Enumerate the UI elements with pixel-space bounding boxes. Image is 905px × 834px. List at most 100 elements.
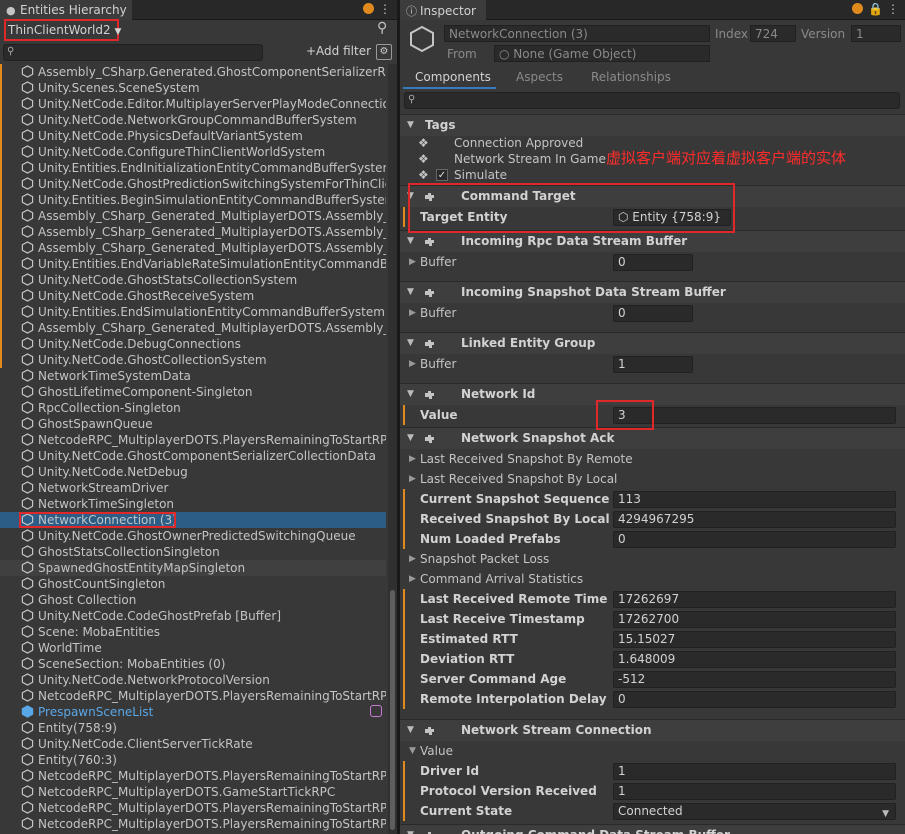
- hierarchy-item[interactable]: NetworkTimeSystemData: [0, 368, 386, 384]
- property-value-field[interactable]: 0: [613, 691, 896, 708]
- hierarchy-item[interactable]: Entity(758:9): [0, 720, 386, 736]
- hierarchy-item[interactable]: NetcodeRPC_MultiplayerDOTS.PlayersRemain…: [0, 688, 386, 704]
- filter-settings-icon[interactable]: ⚙: [376, 44, 392, 60]
- property-value-field[interactable]: 0: [613, 305, 693, 322]
- status-dot-icon[interactable]: [852, 3, 864, 14]
- hierarchy-item[interactable]: Assembly_CSharp_Generated_MultiplayerDOT…: [0, 320, 386, 336]
- tags-header[interactable]: ▼ Tags: [400, 114, 905, 136]
- hierarchy-item[interactable]: RpcCollection-Singleton: [0, 400, 386, 416]
- property-value-field[interactable]: 113: [613, 491, 896, 508]
- hierarchy-item[interactable]: Unity.NetCode.CodeGhostPrefab [Buffer]: [0, 608, 386, 624]
- property-value-field[interactable]: -512: [613, 671, 896, 688]
- tab-aspects[interactable]: Aspects: [516, 70, 563, 84]
- hierarchy-item[interactable]: PrespawnSceneList: [0, 704, 386, 720]
- hierarchy-item[interactable]: NetcodeRPC_MultiplayerDOTS.GameStartTick…: [0, 784, 386, 800]
- hierarchy-item[interactable]: GhostSpawnQueue: [0, 416, 386, 432]
- linked-entity-group-header[interactable]: ▼ Linked Entity Group: [400, 332, 905, 354]
- hierarchy-item[interactable]: Unity.NetCode.GhostCollectionSystem: [0, 352, 386, 368]
- hierarchy-item[interactable]: NetcodeRPC_MultiplayerDOTS.PlayersRemain…: [0, 800, 386, 816]
- hierarchy-item[interactable]: Assembly_CSharp.Generated.GhostComponent…: [0, 64, 386, 80]
- hierarchy-item[interactable]: GhostLifetimeComponent-Singleton: [0, 384, 386, 400]
- property-value-field[interactable]: 15.15027: [613, 631, 896, 648]
- network-stream-connection-header[interactable]: ▼ Network Stream Connection: [400, 719, 905, 741]
- hierarchy-item[interactable]: Unity.Entities.EndVariableRateSimulation…: [0, 256, 386, 272]
- tab-entities-hierarchy[interactable]: ● Entities Hierarchy: [0, 0, 132, 20]
- hierarchy-item[interactable]: Scene: MobaEntities: [0, 624, 386, 640]
- world-selector[interactable]: ThinClientWorld2 ▼: [4, 19, 121, 41]
- hierarchy-scroll-thumb[interactable]: [390, 590, 395, 830]
- hierarchy-item[interactable]: Unity.NetCode.ClientServerTickRate: [0, 736, 386, 752]
- property-value-field[interactable]: 1.648009: [613, 651, 896, 668]
- hierarchy-item[interactable]: NetcodeRPC_MultiplayerDOTS.PlayersRemain…: [0, 816, 386, 832]
- prefab-open-icon[interactable]: [370, 705, 382, 717]
- hierarchy-item[interactable]: NetworkTimeSingleton: [0, 496, 386, 512]
- property-value-field[interactable]: 17262697: [613, 591, 896, 608]
- incoming-snapshot-buffer-header[interactable]: ▼ Incoming Snapshot Data Stream Buffer: [400, 281, 905, 303]
- hierarchy-item[interactable]: Unity.NetCode.NetworkGroupCommandBufferS…: [0, 112, 386, 128]
- hierarchy-item[interactable]: Unity.NetCode.GhostOwnerPredictedSwitchi…: [0, 528, 386, 544]
- lock-icon[interactable]: 🔒: [868, 2, 883, 16]
- hierarchy-item[interactable]: Unity.NetCode.PhysicsDefaultVariantSyste…: [0, 128, 386, 144]
- collapse-arrow-icon[interactable]: ▶: [409, 449, 416, 469]
- hierarchy-item[interactable]: Assembly_CSharp_Generated_MultiplayerDOT…: [0, 240, 386, 256]
- more-menu-icon[interactable]: ⋮: [379, 2, 391, 16]
- collapse-arrow-icon[interactable]: ▶: [409, 252, 416, 272]
- hierarchy-item[interactable]: NetcodeRPC_MultiplayerDOTS.PlayersRemain…: [0, 768, 386, 784]
- status-dot-icon[interactable]: [363, 3, 374, 14]
- hierarchy-item[interactable]: WorldTime: [0, 640, 386, 656]
- property-value-field[interactable]: 0: [613, 531, 896, 548]
- hierarchy-search-input[interactable]: ⚲: [3, 44, 263, 61]
- outgoing-command-buffer-header[interactable]: ▼ Outgoing Command Data Stream Buffer: [400, 824, 905, 834]
- hierarchy-item[interactable]: NetworkConnection (3): [0, 512, 386, 528]
- collapse-arrow-icon[interactable]: ▶: [409, 469, 416, 489]
- collapse-arrow-icon[interactable]: ▶: [409, 569, 416, 589]
- collapse-arrow-icon[interactable]: ▶: [409, 303, 416, 323]
- hierarchy-item[interactable]: NetcodeRPC_MultiplayerDOTS.PlayersRemain…: [0, 432, 386, 448]
- hierarchy-item[interactable]: GhostCountSingleton: [0, 576, 386, 592]
- hierarchy-item[interactable]: Unity.Scenes.SceneSystem: [0, 80, 386, 96]
- add-filter-button[interactable]: +Add filter: [306, 44, 371, 58]
- hierarchy-item[interactable]: Unity.NetCode.NetworkProtocolVersion: [0, 672, 386, 688]
- component-search-input[interactable]: ⚲: [404, 92, 900, 109]
- hierarchy-item[interactable]: Entity(760:3): [0, 752, 386, 768]
- hierarchy-item[interactable]: GhostStatsCollectionSingleton: [0, 544, 386, 560]
- tab-components[interactable]: Components: [415, 70, 491, 84]
- collapse-arrow-icon[interactable]: ▶: [409, 549, 416, 569]
- simulate-checkbox[interactable]: ✓: [436, 169, 448, 181]
- search-toggle-icon[interactable]: ⚲: [377, 20, 387, 36]
- property-value-field[interactable]: 0: [613, 254, 693, 271]
- hierarchy-item[interactable]: Unity.NetCode.Editor.MultiplayerServerPl…: [0, 96, 386, 112]
- more-menu-icon[interactable]: ⋮: [887, 2, 899, 16]
- network-snapshot-ack-header[interactable]: ▼ Network Snapshot Ack: [400, 427, 905, 449]
- index-field[interactable]: 724: [750, 25, 796, 42]
- hierarchy-item[interactable]: Ghost Collection: [0, 592, 386, 608]
- hierarchy-item[interactable]: Unity.Entities.EndSimulationEntityComman…: [0, 304, 386, 320]
- property-value-field[interactable]: 1: [613, 783, 896, 800]
- hierarchy-item[interactable]: Unity.Entities.EndInitializationEntityCo…: [0, 160, 386, 176]
- property-value-field[interactable]: 1: [613, 763, 896, 780]
- property-value-field[interactable]: 17262700: [613, 611, 896, 628]
- from-field[interactable]: ○ None (Game Object): [494, 45, 710, 62]
- hierarchy-item[interactable]: SceneSection: MobaEntities (0): [0, 656, 386, 672]
- hierarchy-item[interactable]: Unity.NetCode.GhostStatsCollectionSystem: [0, 272, 386, 288]
- hierarchy-item[interactable]: NetworkStreamDriver: [0, 480, 386, 496]
- version-field[interactable]: 1: [851, 25, 901, 42]
- collapse-arrow-icon[interactable]: ▶: [409, 354, 416, 374]
- hierarchy-item[interactable]: Unity.NetCode.DebugConnections: [0, 336, 386, 352]
- hierarchy-item[interactable]: Unity.NetCode.NetDebug: [0, 464, 386, 480]
- property-value-field[interactable]: 1: [613, 356, 693, 373]
- hierarchy-item[interactable]: Unity.NetCode.ConfigureThinClientWorldSy…: [0, 144, 386, 160]
- hierarchy-item[interactable]: Unity.NetCode.GhostReceiveSystem: [0, 288, 386, 304]
- hierarchy-item[interactable]: Assembly_CSharp_Generated_MultiplayerDOT…: [0, 224, 386, 240]
- tab-inspector[interactable]: ⓘ Inspector: [400, 0, 486, 20]
- incoming-rpc-buffer-header[interactable]: ▼ Incoming Rpc Data Stream Buffer: [400, 230, 905, 252]
- entity-name-field[interactable]: NetworkConnection (3): [444, 25, 710, 42]
- hierarchy-item[interactable]: Unity.NetCode.GhostPredictionSwitchingSy…: [0, 176, 386, 192]
- tab-relationships[interactable]: Relationships: [591, 70, 671, 84]
- hierarchy-item[interactable]: SpawnedGhostEntityMapSingleton: [0, 560, 386, 576]
- current-state-dropdown[interactable]: Connected ▼: [613, 803, 896, 820]
- property-value-field[interactable]: 4294967295: [613, 511, 896, 528]
- hierarchy-item[interactable]: Assembly_CSharp_Generated_MultiplayerDOT…: [0, 208, 386, 224]
- hierarchy-item[interactable]: Unity.NetCode.GhostComponentSerializerCo…: [0, 448, 386, 464]
- hierarchy-item[interactable]: Unity.Entities.BeginSimulationEntityComm…: [0, 192, 386, 208]
